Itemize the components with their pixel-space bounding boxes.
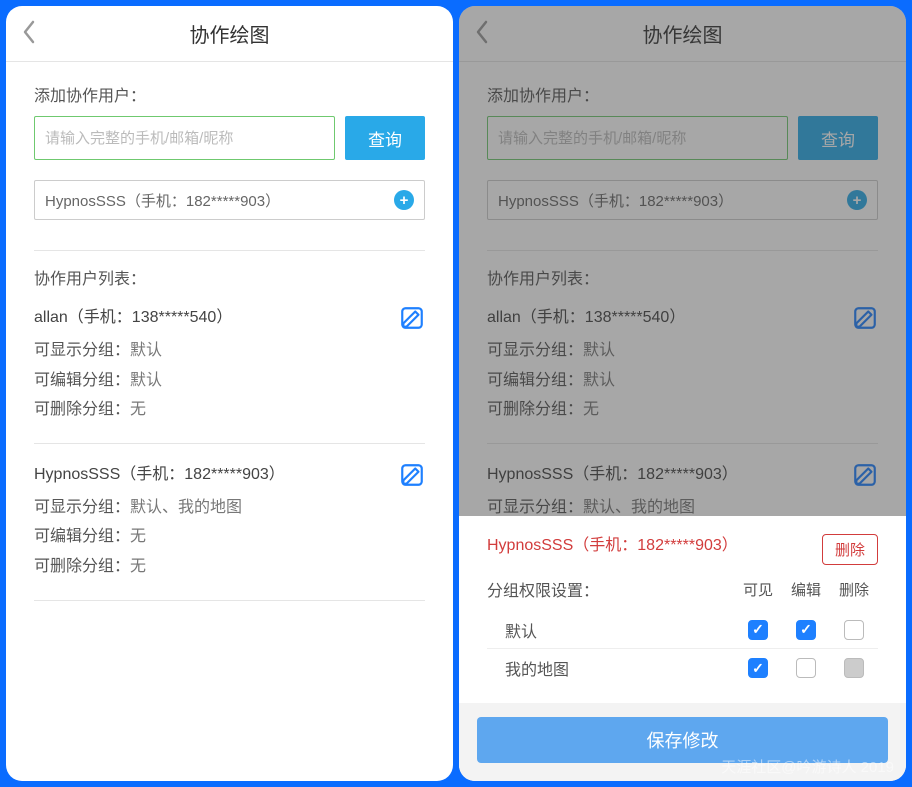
checkbox-edit[interactable]	[796, 658, 816, 678]
perm-edit-label: 可编辑分组：	[34, 372, 130, 389]
right-panel: 协作绘图 添加协作用户： 查询 HypnosSSS（手机：182*****903…	[459, 6, 906, 781]
search-result-row[interactable]: HypnosSSS（手机：182*****903） +	[487, 180, 878, 220]
user-name: allan（手机：138*****540）	[34, 305, 232, 331]
checkbox-view[interactable]	[748, 620, 768, 640]
edit-icon[interactable]	[852, 305, 878, 336]
back-button[interactable]	[22, 20, 36, 48]
sheet-user-name: HypnosSSS（手机：182*****903）	[487, 534, 738, 558]
user-list-title: 协作用户列表：	[34, 265, 425, 289]
group-row: 我的地图	[487, 649, 878, 687]
perm-delete-value: 无	[130, 401, 146, 418]
checkbox-delete[interactable]	[844, 620, 864, 640]
search-button[interactable]: 查询	[345, 116, 425, 160]
permission-sheet: HypnosSSS（手机：182*****903） 删除 分组权限设置： 可见 …	[459, 516, 906, 781]
chevron-left-icon	[22, 20, 36, 44]
perm-edit-value: 默认	[130, 372, 162, 389]
group-name: 默认	[487, 618, 734, 642]
checkbox-edit[interactable]	[796, 620, 816, 640]
header: 协作绘图	[6, 6, 453, 62]
perm-view-value: 默认	[130, 342, 162, 359]
left-panel: 协作绘图 添加协作用户： 查询 HypnosSSS（手机：182*****903…	[6, 6, 453, 781]
perm-delete-label: 可删除分组：	[34, 401, 130, 418]
col-view: 可见	[734, 579, 782, 600]
perm-view-label: 可显示分组：	[34, 342, 130, 359]
search-input[interactable]	[34, 116, 335, 160]
col-delete: 删除	[830, 579, 878, 600]
chevron-left-icon	[475, 20, 489, 44]
header: 协作绘图	[459, 6, 906, 62]
search-result-row[interactable]: HypnosSSS（手机：182*****903） +	[34, 180, 425, 220]
add-icon[interactable]: +	[847, 190, 867, 210]
permission-title: 分组权限设置：	[487, 577, 734, 601]
save-button[interactable]: 保存修改	[477, 717, 888, 763]
search-result-text: HypnosSSS（手机：182*****903）	[45, 190, 280, 211]
add-icon[interactable]: +	[394, 190, 414, 210]
page-title: 协作绘图	[190, 19, 270, 48]
user-item: HypnosSSS（手机：182*****903） 可显示分组：默认、我的地图 …	[34, 462, 425, 601]
edit-icon[interactable]	[852, 462, 878, 493]
page-title: 协作绘图	[643, 19, 723, 48]
user-item: allan（手机：138*****540） 可显示分组：默认 可编辑分组：默认 …	[34, 305, 425, 444]
col-edit: 编辑	[782, 579, 830, 600]
checkbox-view[interactable]	[748, 658, 768, 678]
add-user-label: 添加协作用户：	[34, 82, 425, 106]
user-name: HypnosSSS（手机：182*****903）	[34, 462, 285, 488]
search-button[interactable]: 查询	[798, 116, 878, 160]
group-name: 我的地图	[487, 656, 734, 680]
delete-user-button[interactable]: 删除	[822, 534, 878, 565]
group-row: 默认	[487, 611, 878, 649]
user-item: allan（手机：138*****540） 可显示分组：默认 可编辑分组：默认 …	[487, 305, 878, 444]
back-button[interactable]	[475, 20, 489, 48]
edit-icon[interactable]	[399, 305, 425, 336]
checkbox-delete	[844, 658, 864, 678]
search-input[interactable]	[487, 116, 788, 160]
edit-icon[interactable]	[399, 462, 425, 493]
